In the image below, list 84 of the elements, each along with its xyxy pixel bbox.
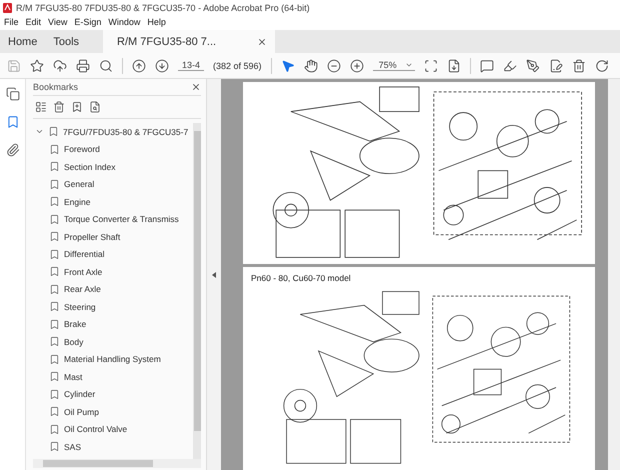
menu-item[interactable]: E-Sign	[74, 17, 102, 27]
page-heading: Pn60 - 80, Cu60-70 model	[251, 273, 351, 284]
bookmark-icon	[49, 161, 60, 172]
bookmark-icon	[49, 248, 60, 260]
menu-item[interactable]: Help	[147, 17, 166, 27]
bookmark-icon	[49, 178, 60, 190]
scrollbar[interactable]	[193, 123, 201, 459]
bookmark-item[interactable]: Rear Axle	[64, 284, 101, 294]
bookmark-item[interactable]: Material Handling System	[64, 354, 161, 364]
bookmark-item[interactable]: Torque Converter & Transmiss	[64, 214, 179, 224]
pages-icon[interactable]	[6, 87, 20, 101]
menu-item[interactable]: Edit	[26, 17, 42, 27]
bookmark-item[interactable]: Cylinder	[64, 389, 96, 400]
bookmark-item[interactable]: Body	[64, 336, 84, 347]
search-icon[interactable]	[99, 58, 113, 72]
bookmark-item[interactable]: 7FGU/7FDU35-80 & 7FGCU35-7	[63, 126, 188, 137]
pointer-icon[interactable]	[280, 58, 295, 72]
bookmark-icon	[49, 231, 60, 242]
bookmark-icon	[49, 144, 60, 155]
bookmark-item[interactable]: Foreword	[64, 144, 100, 154]
bookmark-item[interactable]: Oil Pump	[64, 406, 99, 417]
comment-icon[interactable]	[480, 58, 494, 72]
menu-item[interactable]: File	[4, 17, 19, 27]
zoom-out-icon[interactable]	[326, 58, 341, 72]
bookmark-icon	[49, 388, 60, 400]
window-title: R/M 7FGU35-80 7FDU35-80 & 7FGCU35-70 - Adobe Acrobat Pro (64-bit)	[16, 3, 310, 13]
panel-title: Bookmarks	[33, 82, 78, 92]
print-icon[interactable]	[76, 58, 90, 72]
zoom-dropdown[interactable]: 75%	[372, 60, 415, 71]
bookmark-icon	[49, 318, 60, 330]
paperclip-icon[interactable]	[6, 143, 20, 157]
trash-icon[interactable]	[572, 58, 586, 72]
bookmark-icon	[49, 354, 60, 365]
bookmark-item[interactable]: Section Index	[64, 162, 116, 172]
bookmark-item[interactable]: Oil Control Valve	[64, 424, 128, 434]
bookmark-icon	[49, 424, 60, 435]
app-logo-icon	[3, 3, 12, 13]
find-bookmark-icon[interactable]	[89, 101, 101, 113]
menu-item[interactable]: View	[48, 17, 68, 27]
cloud-upload-icon[interactable]	[53, 58, 67, 72]
bookmark-item[interactable]: General	[64, 179, 94, 190]
bookmark-item[interactable]: Front Axle	[64, 266, 102, 277]
bookmark-item[interactable]: Engine	[64, 196, 90, 207]
bookmark-icon	[49, 371, 60, 382]
bookmark-icon[interactable]	[6, 115, 20, 129]
bookmark-item[interactable]: Propeller Shaft	[64, 232, 120, 242]
bookmark-icon	[49, 196, 60, 208]
horizontal-scrollbar[interactable]	[33, 459, 201, 468]
zoom-in-icon[interactable]	[350, 58, 364, 72]
sign-icon[interactable]	[548, 58, 563, 72]
bookmark-icon	[49, 214, 60, 225]
hand-icon[interactable]	[304, 58, 318, 72]
pen-icon[interactable]	[526, 58, 540, 72]
bookmark-icon	[49, 284, 60, 295]
bookmark-icon	[49, 336, 60, 348]
options-icon[interactable]	[35, 101, 47, 113]
tab[interactable]: R/M 7FGU35-80 7...	[103, 30, 276, 53]
caret-icon	[404, 61, 413, 69]
scrollbar[interactable]	[608, 79, 620, 470]
close-icon[interactable]	[191, 82, 201, 92]
new-bookmark-icon[interactable]	[71, 101, 83, 113]
bookmark-icon	[49, 441, 60, 452]
collapse-arrow-icon[interactable]	[212, 272, 216, 278]
tab[interactable]: Tools	[45, 30, 88, 53]
scroll-mode-icon[interactable]	[446, 58, 461, 72]
bookmark-item[interactable]: Steering	[64, 302, 96, 312]
bookmark-icon	[48, 126, 59, 138]
highlighter-icon[interactable]	[502, 58, 517, 72]
trash-icon[interactable]	[53, 101, 65, 113]
page-number-field[interactable]: 13-4	[178, 60, 204, 71]
bookmark-item[interactable]: Differential	[64, 249, 104, 260]
bookmark-icon	[49, 301, 60, 312]
close-icon[interactable]	[257, 36, 268, 46]
bookmark-item[interactable]: SAS	[64, 442, 82, 452]
bookmark-item[interactable]: Brake	[64, 319, 86, 330]
menu-item[interactable]: Window	[108, 17, 140, 27]
tab[interactable]: Home	[0, 30, 46, 53]
star-icon[interactable]	[30, 58, 44, 72]
bookmark-item[interactable]: Mast	[64, 372, 82, 382]
page-count: (382 of 596)	[213, 60, 262, 70]
fit-page-icon[interactable]	[424, 58, 438, 72]
bookmark-icon	[49, 406, 60, 418]
bookmark-icon	[49, 266, 60, 278]
rotate-icon[interactable]	[594, 58, 609, 72]
